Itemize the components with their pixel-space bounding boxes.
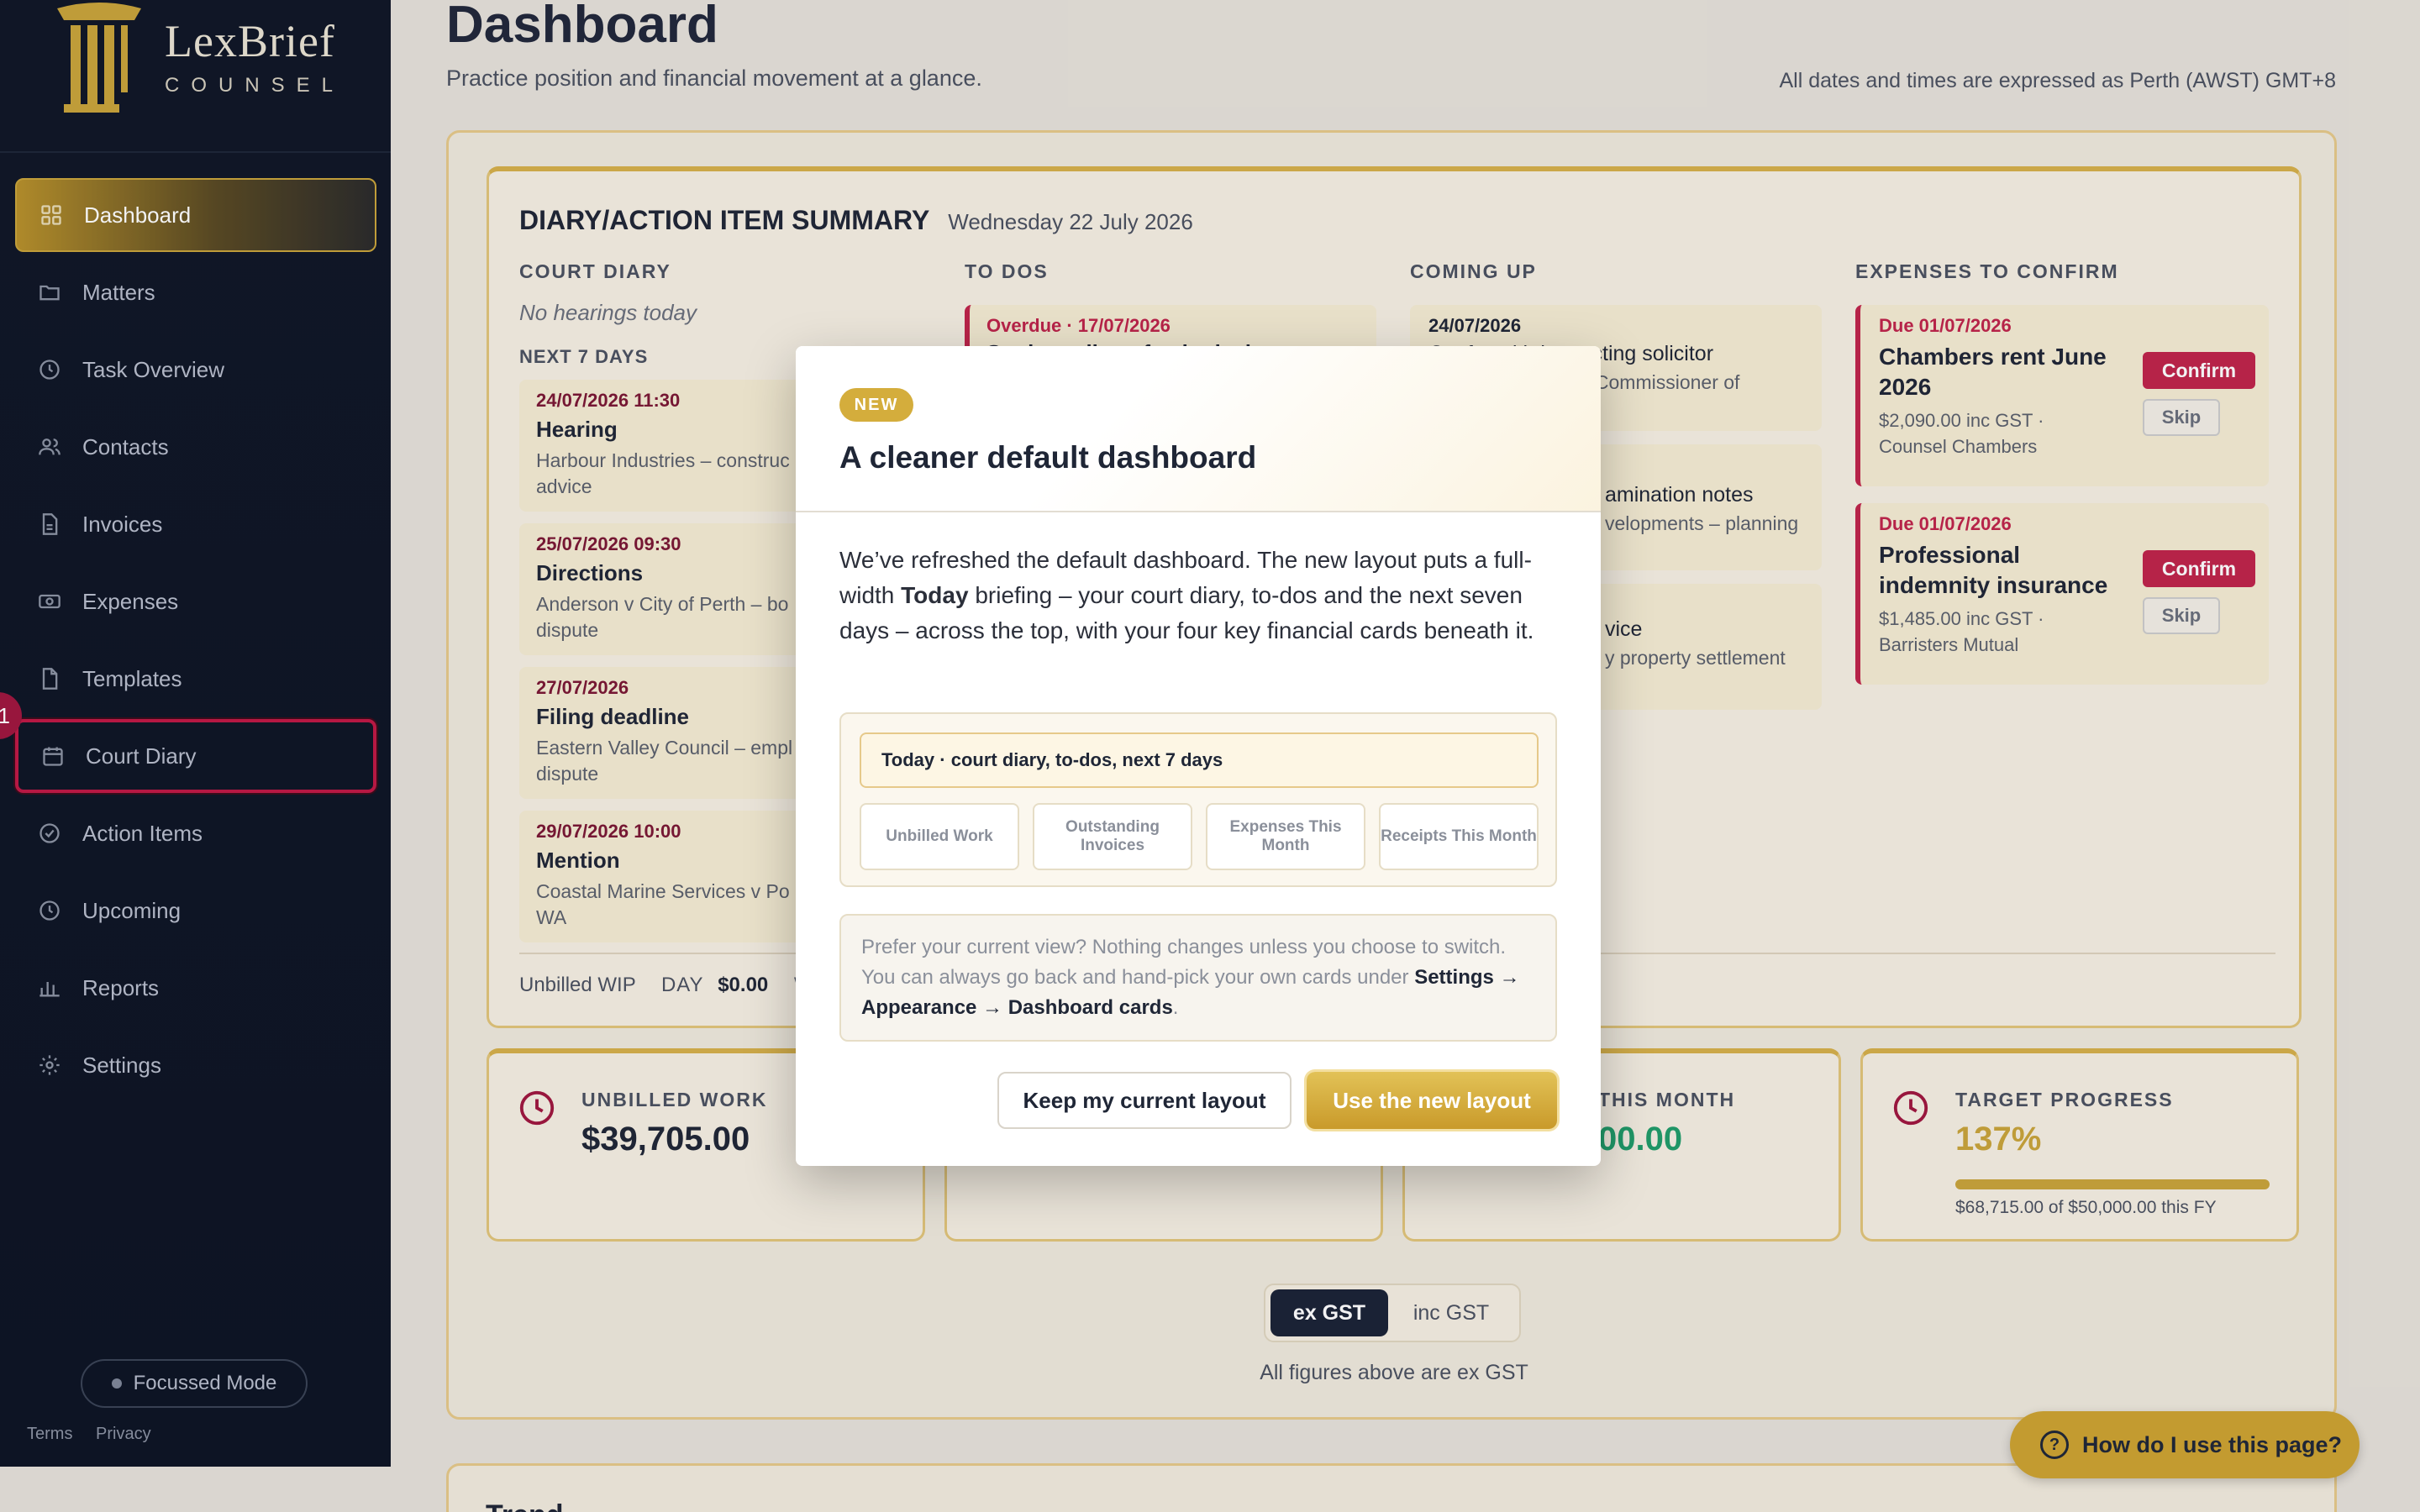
new-badge: NEW [839,388,913,422]
preview-card: Receipts This Month [1379,803,1539,870]
modal-title: A cleaner default dashboard [839,440,1257,475]
modal-note: Prefer your current view? Nothing change… [839,914,1557,1042]
keep-layout-button[interactable]: Keep my current layout [997,1072,1292,1129]
modal-body: We’ve refreshed the default dashboard. T… [839,543,1554,648]
preview-card: Expenses This Month [1206,803,1365,870]
help-label: How do I use this page? [2082,1431,2343,1457]
note-text: . [1172,996,1179,1019]
layout-preview: Today · court diary, to-dos, next 7 days… [839,712,1557,887]
modal-body-bold: Today [901,582,969,608]
use-new-layout-button[interactable]: Use the new layout [1307,1072,1557,1129]
preview-card: Unbilled Work [860,803,1019,870]
help-button[interactable]: ? How do I use this page? [2010,1411,2360,1478]
preview-card: Outstanding Invoices [1033,803,1192,870]
question-icon: ? [2040,1431,2069,1459]
preview-today-bar: Today · court diary, to-dos, next 7 days [860,732,1539,788]
new-dashboard-modal: NEW A cleaner default dashboard We’ve re… [796,346,1601,1166]
modal-header: NEW A cleaner default dashboard [796,346,1601,512]
note-text: Prefer your current view? Nothing change… [861,936,1507,989]
